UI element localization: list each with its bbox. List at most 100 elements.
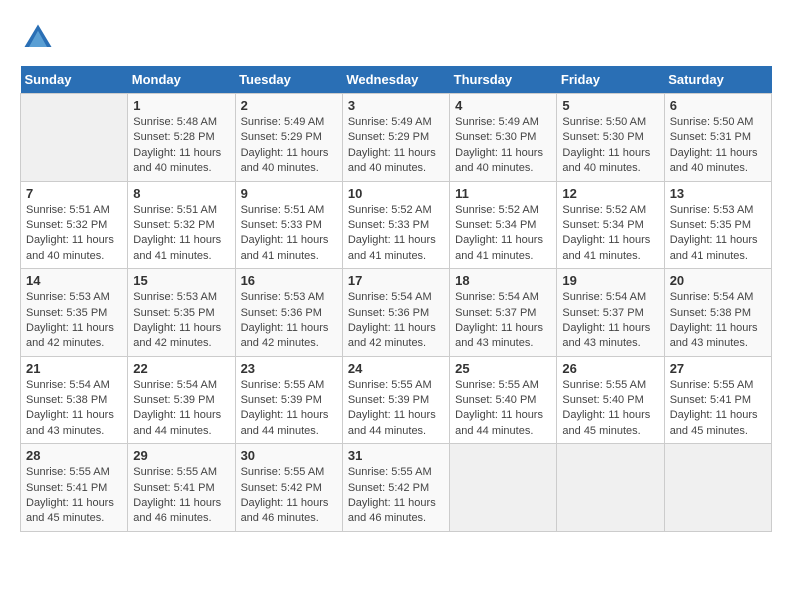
- calendar-table: SundayMondayTuesdayWednesdayThursdayFrid…: [20, 66, 772, 532]
- calendar-cell: 4 Sunrise: 5:49 AMSunset: 5:30 PMDaylight…: [450, 94, 557, 182]
- week-row-4: 21 Sunrise: 5:54 AMSunset: 5:38 PMDayligh…: [21, 356, 772, 444]
- day-info: Sunrise: 5:48 AMSunset: 5:28 PMDaylight:…: [133, 115, 229, 177]
- day-info: Sunrise: 5:49 AMSunset: 5:29 PMDaylight:…: [241, 115, 337, 177]
- day-info: Sunrise: 5:55 AMSunset: 5:41 PMDaylight:…: [670, 378, 766, 440]
- day-info: Sunrise: 5:54 AMSunset: 5:38 PMDaylight:…: [670, 290, 766, 352]
- day-info: Sunrise: 5:54 AMSunset: 5:39 PMDaylight:…: [133, 378, 229, 440]
- week-row-2: 7 Sunrise: 5:51 AMSunset: 5:32 PMDaylight…: [21, 181, 772, 269]
- calendar-cell: 1 Sunrise: 5:48 AMSunset: 5:28 PMDaylight…: [128, 94, 235, 182]
- day-number: 12: [562, 186, 658, 201]
- weekday-header-wednesday: Wednesday: [342, 66, 449, 94]
- calendar-cell: 11 Sunrise: 5:52 AMSunset: 5:34 PMDayligh…: [450, 181, 557, 269]
- day-number: 18: [455, 273, 551, 288]
- day-number: 17: [348, 273, 444, 288]
- week-row-1: 1 Sunrise: 5:48 AMSunset: 5:28 PMDaylight…: [21, 94, 772, 182]
- calendar-cell: 25 Sunrise: 5:55 AMSunset: 5:40 PMDayligh…: [450, 356, 557, 444]
- day-number: 16: [241, 273, 337, 288]
- day-info: Sunrise: 5:53 AMSunset: 5:35 PMDaylight:…: [26, 290, 122, 352]
- calendar-cell: 20 Sunrise: 5:54 AMSunset: 5:38 PMDayligh…: [664, 269, 771, 357]
- day-info: Sunrise: 5:55 AMSunset: 5:42 PMDaylight:…: [241, 465, 337, 527]
- calendar-cell: 8 Sunrise: 5:51 AMSunset: 5:32 PMDaylight…: [128, 181, 235, 269]
- day-number: 8: [133, 186, 229, 201]
- day-number: 4: [455, 98, 551, 113]
- day-number: 29: [133, 448, 229, 463]
- calendar-cell: 2 Sunrise: 5:49 AMSunset: 5:29 PMDaylight…: [235, 94, 342, 182]
- day-info: Sunrise: 5:51 AMSunset: 5:33 PMDaylight:…: [241, 203, 337, 265]
- day-number: 6: [670, 98, 766, 113]
- weekday-header-friday: Friday: [557, 66, 664, 94]
- week-row-5: 28 Sunrise: 5:55 AMSunset: 5:41 PMDayligh…: [21, 444, 772, 532]
- day-info: Sunrise: 5:54 AMSunset: 5:37 PMDaylight:…: [455, 290, 551, 352]
- logo-icon: [20, 20, 56, 56]
- day-number: 14: [26, 273, 122, 288]
- calendar-cell: 22 Sunrise: 5:54 AMSunset: 5:39 PMDayligh…: [128, 356, 235, 444]
- calendar-cell: 29Sunrise: 5:55 AMSunset: 5:41 PMDayligh…: [128, 444, 235, 532]
- day-number: 11: [455, 186, 551, 201]
- day-info: Sunrise: 5:55 AMSunset: 5:41 PMDaylight:…: [26, 465, 122, 527]
- day-number: 19: [562, 273, 658, 288]
- calendar-cell: 14 Sunrise: 5:53 AMSunset: 5:35 PMDayligh…: [21, 269, 128, 357]
- day-info: Sunrise: 5:51 AMSunset: 5:32 PMDaylight:…: [133, 203, 229, 265]
- day-number: 21: [26, 361, 122, 376]
- day-info: Sunrise: 5:55 AMSunset: 5:40 PMDaylight:…: [455, 378, 551, 440]
- day-number: 7: [26, 186, 122, 201]
- calendar-cell: 24Sunrise: 5:55 AMSunset: 5:39 PMDayligh…: [342, 356, 449, 444]
- calendar-cell: 21 Sunrise: 5:54 AMSunset: 5:38 PMDayligh…: [21, 356, 128, 444]
- day-number: 31: [348, 448, 444, 463]
- day-number: 3: [348, 98, 444, 113]
- day-info: Sunrise: 5:52 AMSunset: 5:34 PMDaylight:…: [455, 203, 551, 265]
- day-number: 28: [26, 448, 122, 463]
- weekday-header-saturday: Saturday: [664, 66, 771, 94]
- day-info: Sunrise: 5:52 AMSunset: 5:33 PMDaylight:…: [348, 203, 444, 265]
- week-row-3: 14 Sunrise: 5:53 AMSunset: 5:35 PMDayligh…: [21, 269, 772, 357]
- calendar-cell: [664, 444, 771, 532]
- calendar-cell: 27Sunrise: 5:55 AMSunset: 5:41 PMDayligh…: [664, 356, 771, 444]
- day-number: 24: [348, 361, 444, 376]
- day-number: 5: [562, 98, 658, 113]
- calendar-cell: 19Sunrise: 5:54 AMSunset: 5:37 PMDayligh…: [557, 269, 664, 357]
- page-header: [20, 20, 772, 56]
- day-number: 1: [133, 98, 229, 113]
- calendar-cell: [21, 94, 128, 182]
- calendar-cell: 15 Sunrise: 5:53 AMSunset: 5:35 PMDayligh…: [128, 269, 235, 357]
- weekday-header-row: SundayMondayTuesdayWednesdayThursdayFrid…: [21, 66, 772, 94]
- day-info: Sunrise: 5:53 AMSunset: 5:36 PMDaylight:…: [241, 290, 337, 352]
- calendar-cell: 16 Sunrise: 5:53 AMSunset: 5:36 PMDayligh…: [235, 269, 342, 357]
- day-info: Sunrise: 5:54 AMSunset: 5:38 PMDaylight:…: [26, 378, 122, 440]
- day-number: 25: [455, 361, 551, 376]
- calendar-cell: 9 Sunrise: 5:51 AMSunset: 5:33 PMDaylight…: [235, 181, 342, 269]
- day-number: 20: [670, 273, 766, 288]
- calendar-cell: 12 Sunrise: 5:52 AMSunset: 5:34 PMDayligh…: [557, 181, 664, 269]
- day-info: Sunrise: 5:54 AMSunset: 5:36 PMDaylight:…: [348, 290, 444, 352]
- calendar-cell: [450, 444, 557, 532]
- day-info: Sunrise: 5:50 AMSunset: 5:30 PMDaylight:…: [562, 115, 658, 177]
- calendar-cell: 13 Sunrise: 5:53 AMSunset: 5:35 PMDayligh…: [664, 181, 771, 269]
- calendar-cell: 5 Sunrise: 5:50 AMSunset: 5:30 PMDaylight…: [557, 94, 664, 182]
- weekday-header-thursday: Thursday: [450, 66, 557, 94]
- day-number: 9: [241, 186, 337, 201]
- calendar-cell: 28 Sunrise: 5:55 AMSunset: 5:41 PMDayligh…: [21, 444, 128, 532]
- calendar-cell: 31 Sunrise: 5:55 AMSunset: 5:42 PMDayligh…: [342, 444, 449, 532]
- day-info: Sunrise: 5:55 AMSunset: 5:39 PMDaylight:…: [241, 378, 337, 440]
- day-info: Sunrise: 5:50 AMSunset: 5:31 PMDaylight:…: [670, 115, 766, 177]
- day-number: 30: [241, 448, 337, 463]
- day-number: 2: [241, 98, 337, 113]
- day-info: Sunrise: 5:49 AMSunset: 5:30 PMDaylight:…: [455, 115, 551, 177]
- day-number: 15: [133, 273, 229, 288]
- calendar-cell: 26Sunrise: 5:55 AMSunset: 5:40 PMDayligh…: [557, 356, 664, 444]
- day-info: Sunrise: 5:52 AMSunset: 5:34 PMDaylight:…: [562, 203, 658, 265]
- day-info: Sunrise: 5:53 AMSunset: 5:35 PMDaylight:…: [670, 203, 766, 265]
- weekday-header-sunday: Sunday: [21, 66, 128, 94]
- day-number: 10: [348, 186, 444, 201]
- day-number: 22: [133, 361, 229, 376]
- weekday-header-monday: Monday: [128, 66, 235, 94]
- day-info: Sunrise: 5:55 AMSunset: 5:42 PMDaylight:…: [348, 465, 444, 527]
- day-info: Sunrise: 5:49 AMSunset: 5:29 PMDaylight:…: [348, 115, 444, 177]
- day-number: 23: [241, 361, 337, 376]
- calendar-cell: 10 Sunrise: 5:52 AMSunset: 5:33 PMDayligh…: [342, 181, 449, 269]
- calendar-cell: 18 Sunrise: 5:54 AMSunset: 5:37 PMDayligh…: [450, 269, 557, 357]
- day-number: 13: [670, 186, 766, 201]
- calendar-cell: 17 Sunrise: 5:54 AMSunset: 5:36 PMDayligh…: [342, 269, 449, 357]
- calendar-cell: 23 Sunrise: 5:55 AMSunset: 5:39 PMDayligh…: [235, 356, 342, 444]
- day-info: Sunrise: 5:53 AMSunset: 5:35 PMDaylight:…: [133, 290, 229, 352]
